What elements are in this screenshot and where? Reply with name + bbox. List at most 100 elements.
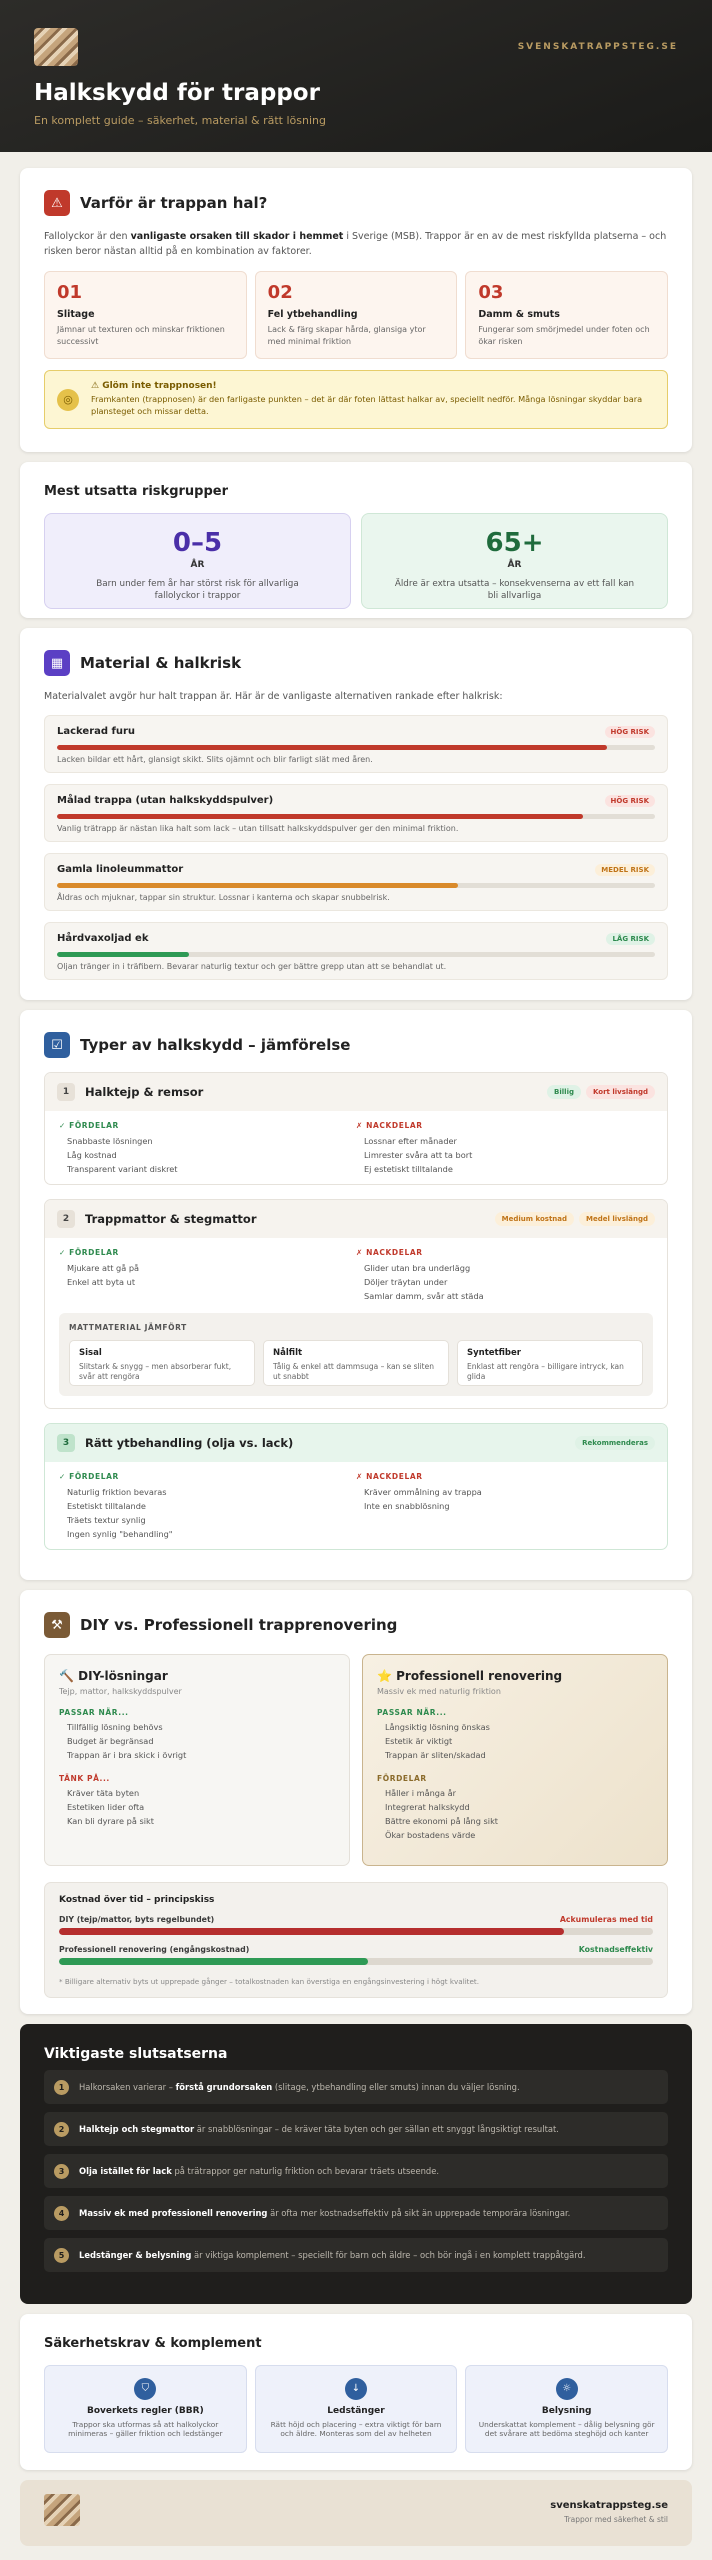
diy-section: ⚒ DIY vs. Professionell trapprenovering 🔨… xyxy=(20,1590,692,2014)
cost-note: * Billigare alternativ byts ut upprepade… xyxy=(59,1977,480,1986)
mat-material-name: Nålfilt xyxy=(273,1348,303,1358)
conclusion-text: Olja istället för lack på trätrappor ger… xyxy=(79,2166,439,2176)
cost-bar xyxy=(59,1958,653,1965)
material-title: Material & halkrisk xyxy=(80,654,242,672)
pros-cons: ✓ FÖRDELAR Mjukare att gå på Enkel att byt… xyxy=(45,1238,667,1311)
list-item: Integrerat halkskydd xyxy=(385,1802,470,1812)
pro-item: Träets textur synlig xyxy=(67,1515,146,1525)
tip-text: Framkanten (trappnosen) är den farligast… xyxy=(91,394,643,417)
conclusion-text-bold: Olja istället för lack xyxy=(79,2166,172,2176)
why-section: ⚠ Varför är trappan hal? Fallolyckor är d… xyxy=(20,168,692,452)
cons-column: ✗ NACKDELAR Lossnar efter månader Limreste… xyxy=(356,1121,653,1176)
list-item: Kräver täta byten xyxy=(67,1788,140,1798)
diy-card-title: 🔨 DIY-lösningar xyxy=(59,1669,168,1683)
material-row: Målad trappa (utan halkskyddspulver) HÖG … xyxy=(44,783,668,842)
type-header: 3 Rätt ytbehandling (olja vs. lack) Rekomm… xyxy=(45,1424,667,1462)
conclusion-text: Ledstänger & belysning är viktiga komple… xyxy=(79,2250,586,2260)
cost-label: DIY (tejp/mattor, byts regelbundet) xyxy=(59,1915,215,1924)
pros-label: ✓ FÖRDELAR xyxy=(59,1248,119,1257)
material-name: Hårdvaxoljad ek xyxy=(57,932,149,944)
pro-item: Transparent variant diskret xyxy=(67,1164,178,1174)
material-text: Vanlig trätrapp är nästan lika halt som … xyxy=(57,823,459,833)
cause-text: Fungerar som smörjmedel under foten och … xyxy=(478,325,650,347)
mat-material-name: Syntetfiber xyxy=(467,1348,521,1358)
conclusion-number: 4 xyxy=(54,2205,69,2221)
mat-material-title: MATTMATERIAL JÄMFÖRT xyxy=(69,1323,187,1332)
type-number: 1 xyxy=(57,1083,75,1101)
type-header: 1 Halktejp & remsor Billig Kort livslängd xyxy=(45,1073,667,1111)
cause-title: Fel ytbehandling xyxy=(267,309,358,321)
material-section: ▦ Material & halkrisk Materialvalet avgör… xyxy=(20,628,692,1000)
type-tag: Medel livslängd xyxy=(579,1212,655,1226)
risk-bar-fill xyxy=(57,951,189,957)
mat-material-text: Enklast att rengöra – billigare intryck,… xyxy=(467,1362,624,1382)
pro-benefits-label: FÖRDELAR xyxy=(377,1774,427,1783)
cost-bar-fill xyxy=(59,1958,368,1965)
type-tag: Billig xyxy=(547,1085,581,1099)
pros-column: ✓ FÖRDELAR Snabbaste lösningen Låg kostnad… xyxy=(59,1121,356,1176)
conclusion-text-c: (slitage, ytbehandling eller smuts) inna… xyxy=(272,2082,520,2092)
mat-material-text: Tålig & enkel att dammsuga – kan se slit… xyxy=(273,1362,434,1382)
footer: svenskatrappsteg.se Trappor med säkerhet … xyxy=(20,2480,692,2546)
safety-title: Ledstänger xyxy=(327,2405,385,2416)
conclusion-item: 4 Massiv ek med professionell renovering … xyxy=(44,2196,668,2230)
risk-bar xyxy=(57,951,655,957)
safety-card: ⛉ Boverkets regler (BBR) Trappor ska utfor… xyxy=(44,2365,247,2453)
type-card: 3 Rätt ytbehandling (olja vs. lack) Rekomm… xyxy=(44,1423,668,1550)
list-item: Ökar bostadens värde xyxy=(385,1830,476,1840)
brand-name[interactable]: SVENSKATRAPPSTEG.SE xyxy=(518,42,678,52)
safety-title: Belysning xyxy=(541,2405,592,2416)
hammer-icon: ⚒ xyxy=(44,1612,70,1638)
conclusion-item: 3 Olja istället för lack på trätrappor ge… xyxy=(44,2154,668,2188)
diy-consider-label: TÄNK PÅ... xyxy=(59,1774,110,1783)
risk-badge: LÅG RISK xyxy=(606,932,655,945)
risk-group-age: 65+ xyxy=(485,528,544,558)
cause-text: Jämnar ut texturen och minskar friktione… xyxy=(57,325,225,347)
tip-title: ⚠ Glöm inte trappnosen! xyxy=(91,381,217,392)
diy-when-label: PASSAR NÄR... xyxy=(59,1708,129,1717)
cost-title: Kostnad över tid – principskiss xyxy=(59,1895,215,1905)
hero-header: SVENSKATRAPPSTEG.SE Halkskydd för trappo… xyxy=(0,0,712,152)
list-item: Budget är begränsad xyxy=(67,1736,154,1746)
mat-material-row: Sisal Slitstark & snygg – men absorberar … xyxy=(69,1340,643,1386)
material-row: Gamla linoleummattor MEDEL RISK Åldras och… xyxy=(44,852,668,911)
diy-card: 🔨 DIY-lösningar Tejp, mattor, halkskydds… xyxy=(44,1654,350,1866)
cons-label: ✗ NACKDELAR xyxy=(356,1248,423,1257)
cons-column: ✗ NACKDELAR Glider utan bra underlägg Dölj… xyxy=(356,1248,653,1303)
risk-badge: MEDEL RISK xyxy=(595,863,655,876)
risk-bar xyxy=(57,813,655,819)
pro-item: Mjukare att gå på xyxy=(67,1263,140,1273)
conclusion-number: 2 xyxy=(54,2121,69,2137)
footer-site-link[interactable]: svenskatrappsteg.se xyxy=(550,2500,668,2511)
material-row: Hårdvaxoljad ek LÅG RISK Oljan tränger in … xyxy=(44,921,668,980)
conclusion-number: 1 xyxy=(54,2079,69,2095)
material-name: Lackerad furu xyxy=(57,725,136,737)
risk-group-card: 0–5 ÅR Barn under fem år har störst risk f… xyxy=(44,513,351,609)
conclusion-text-c: på trätrappor ger naturlig friktion och … xyxy=(171,2166,440,2176)
risk-bar-fill xyxy=(57,882,458,888)
cause-card: 01 Slitage Jämnar ut texturen och minskar … xyxy=(44,271,247,360)
type-number: 3 xyxy=(57,1434,75,1452)
cost-label: Professionell renovering (engångskostnad… xyxy=(59,1945,250,1954)
conclusion-text: Halkorsaken varierar – förstå grundorsak… xyxy=(79,2082,520,2092)
list-item: Trappan är i bra skick i övrigt xyxy=(67,1750,187,1760)
footer-logo xyxy=(44,2494,80,2526)
risk-group-card: 65+ ÅR Äldre är extra utsatta – konsekvens… xyxy=(361,513,668,609)
con-item: Döljer träytan under xyxy=(364,1277,448,1287)
type-tags: Billig Kort livslängd xyxy=(547,1085,655,1099)
risk-group-unit: ÅR xyxy=(190,560,205,570)
risk-bar xyxy=(57,744,655,750)
target-icon: ◎ xyxy=(57,388,79,411)
material-text: Åldras och mjuknar, tappar sin struktur.… xyxy=(57,892,390,902)
material-text: Oljan tränger in i träfibern. Bevarar na… xyxy=(57,961,447,971)
cause-title: Damm & smuts xyxy=(478,309,560,321)
material-name: Gamla linoleummattor xyxy=(57,863,184,875)
pro-card-subtitle: Massiv ek med naturlig friktion xyxy=(377,1687,501,1696)
conclusion-item: 5 Ledstänger & belysning är viktiga kompl… xyxy=(44,2238,668,2272)
cost-label-row: Professionell renovering (engångskostnad… xyxy=(59,1945,653,1954)
types-title: Typer av halkskydd – jämförelse xyxy=(80,1036,351,1054)
safety-card: ☼ Belysning Underskattat komplement – dåli… xyxy=(465,2365,669,2453)
conclusion-text-bold: förstå grundorsaken xyxy=(175,2082,273,2092)
shield-icon: ⛉ xyxy=(134,2377,157,2400)
conclusion-text-bold: Ledstänger & belysning xyxy=(79,2250,192,2260)
